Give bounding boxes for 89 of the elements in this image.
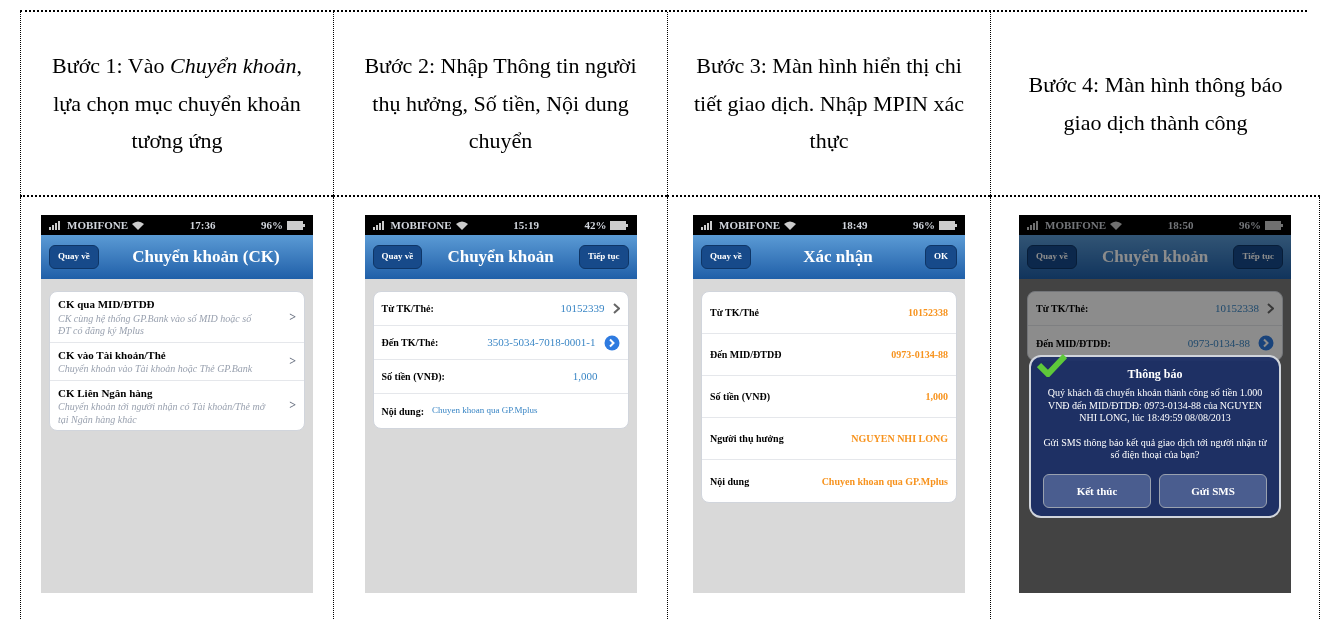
- menu-item[interactable]: CK Liên Ngân hàng Chuyển khoản tới người nhận có Tài khoản/Thẻ mở tại Ngân hàng khác >: [50, 380, 304, 430]
- action-button[interactable]: OK: [925, 245, 957, 269]
- form-row[interactable]: Đến TK/Thẻ: 3503-5034-7018-0001-1: [373, 326, 628, 360]
- clock-time: 18:50: [1167, 217, 1194, 233]
- detail-value: Chuyen khoan qua GP.Mplus: [821, 474, 948, 489]
- back-button[interactable]: Quay về: [49, 245, 99, 269]
- back-button[interactable]: Quay về: [701, 245, 751, 269]
- menu-item[interactable]: CK vào Tài khoản/Thẻ Chuyển khoản vào Tài khoản hoặc Thẻ GP.Bank >: [50, 342, 304, 381]
- screen-title: Chuyển khoản: [1100, 246, 1210, 269]
- battery-percent: 42%: [584, 217, 607, 233]
- menu-item[interactable]: CK qua MID/ĐTDĐ CK cùng hệ thống GP.Bank vào số MID hoặc số ĐT có đăng ký Mplus >: [50, 292, 304, 343]
- detail-label: Người thụ hưởng: [710, 432, 784, 446]
- detail-label: Đến MID/ĐTDĐ: [710, 348, 782, 362]
- chevron-icon: [1267, 303, 1274, 314]
- detail-value: 1,000: [925, 390, 948, 404]
- form-row[interactable]: Từ TK/Thẻ: 10152338: [1028, 292, 1282, 326]
- clock-time: 18:49: [841, 217, 868, 233]
- battery-icon: [1265, 220, 1283, 230]
- step-caption: Bước 1: Vào Chuyển khoản, lựa chọn mục chuyển khoản tương ứng: [51, 52, 303, 156]
- menu-item-subtitle: Chuyển khoản tới người nhận có Tài khoản/Thẻ mở tại Ngân hàng khác: [58, 401, 267, 426]
- field-label: Đến TK/Thẻ:: [381, 336, 440, 350]
- detail-value: 0973-0134-88: [891, 348, 948, 362]
- chevron-glyph: >: [289, 353, 296, 370]
- field-value: 10152339: [559, 301, 605, 317]
- battery-percent: 96%: [1239, 217, 1261, 233]
- wifi-icon: [132, 220, 145, 230]
- menu-item-subtitle: Chuyển khoản vào Tài khoản hoặc Thẻ GP.Bank: [58, 363, 254, 376]
- field-value: 3503-5034-7018-0001-1: [486, 335, 596, 351]
- form-row[interactable]: Từ TK/Thẻ: 10152339: [373, 292, 628, 326]
- alert-question: Gửi SMS thông báo kết quả giao dịch tới người nhận từ số điện thoại của bạn?: [1043, 436, 1267, 462]
- screen-title: Chuyển khoản: [446, 246, 555, 269]
- clock-time: 15:19: [513, 217, 539, 233]
- carrier-name: MOBIFONE: [1045, 217, 1107, 233]
- field-label: Từ TK/Thẻ:: [381, 302, 435, 316]
- battery-icon: [939, 220, 957, 230]
- clock-time: 17:36: [189, 217, 216, 233]
- alert-button[interactable]: Kết thúc: [1043, 473, 1151, 508]
- field-value: 10152338: [1214, 301, 1259, 317]
- chevron-icon: [612, 303, 620, 314]
- detail-value: NGUYEN NHI LONG: [851, 432, 948, 446]
- action-button[interactable]: Tiếp tục: [578, 245, 629, 269]
- signal-icon: [1027, 220, 1041, 230]
- menu-item-title: CK Liên Ngân hàng: [58, 385, 154, 401]
- detail-label: Số tiền (VNĐ): [710, 390, 770, 404]
- step-caption: Bước 2: Nhập Thông tin người thụ hưởng, Số tiền, Nội dung chuyển: [363, 52, 638, 156]
- carrier-name: MOBIFONE: [719, 217, 781, 233]
- field-value: 1,000: [571, 369, 599, 385]
- field-label: Nội dung:: [381, 404, 424, 419]
- alert-button[interactable]: Gửi SMS: [1159, 473, 1267, 508]
- detail-label: Nội dung: [710, 474, 750, 489]
- alert-message: Quý khách đã chuyển khoản thành công số tiền 1.000 VNĐ đến MID/ĐTDĐ: 0973-0134-88 của NGUYEN NHI LONG, lúc 18:49:59 08/08/2013: [1046, 387, 1264, 425]
- wifi-icon: [455, 220, 468, 230]
- chevron-glyph: >: [289, 308, 296, 326]
- carrier-name: MOBIFONE: [67, 217, 129, 233]
- form-row[interactable]: Đến MID/ĐTDĐ: 0973-0134-88: [1028, 326, 1282, 360]
- step-caption: Bước 3: Màn hình hiển thị chi tiết giao dịch. Nhập MPIN xác thực: [692, 52, 966, 156]
- screen-title: Chuyển khoản (CK): [131, 246, 281, 269]
- detail-value: 10152338: [908, 306, 948, 320]
- battery-icon: [610, 220, 629, 230]
- field-value: 0973-0134-88: [1186, 335, 1250, 351]
- action-button[interactable]: Tiếp tục: [1233, 245, 1283, 269]
- wifi-icon: [1110, 220, 1123, 230]
- form-row[interactable]: Nội dung: Chuyen khoan qua GP.Mplus: [373, 394, 628, 428]
- disclosure-icon[interactable]: [1258, 335, 1274, 351]
- screen-title: Xác nhận: [802, 246, 874, 269]
- alert-title: Thông báo: [1126, 366, 1184, 383]
- carrier-name: MOBIFONE: [390, 217, 452, 233]
- checkmark-icon: [1037, 353, 1067, 377]
- step-caption: Bước 4: Màn hình thông báo giao dịch thành công: [1027, 71, 1284, 137]
- back-button[interactable]: Quay về: [1027, 245, 1077, 269]
- detail-label: Từ TK/Thẻ: [710, 306, 759, 320]
- battery-percent: 96%: [261, 217, 283, 233]
- chevron-glyph: >: [289, 397, 296, 415]
- menu-item-title: CK qua MID/ĐTDĐ: [58, 297, 156, 312]
- signal-icon: [701, 220, 715, 230]
- menu-item-subtitle: CK cùng hệ thống GP.Bank vào số MID hoặc số ĐT có đăng ký Mplus: [58, 312, 253, 338]
- wifi-icon: [784, 220, 797, 230]
- battery-percent: 96%: [913, 217, 935, 233]
- back-button[interactable]: Quay về: [372, 245, 423, 269]
- field-label: Đến MID/ĐTDĐ:: [1036, 336, 1112, 351]
- menu-item-title: CK vào Tài khoản/Thẻ: [58, 347, 167, 363]
- form-row[interactable]: Số tiền (VNĐ): 1,000: [373, 360, 628, 394]
- field-label: Số tiền (VNĐ):: [381, 370, 446, 384]
- disclosure-icon[interactable]: [603, 334, 620, 351]
- signal-icon: [372, 220, 387, 230]
- signal-icon: [49, 220, 63, 230]
- field-value: Chuyen khoan qua GP.Mplus: [432, 404, 539, 418]
- battery-icon: [287, 220, 305, 230]
- field-label: Từ TK/Thẻ:: [1036, 302, 1090, 316]
